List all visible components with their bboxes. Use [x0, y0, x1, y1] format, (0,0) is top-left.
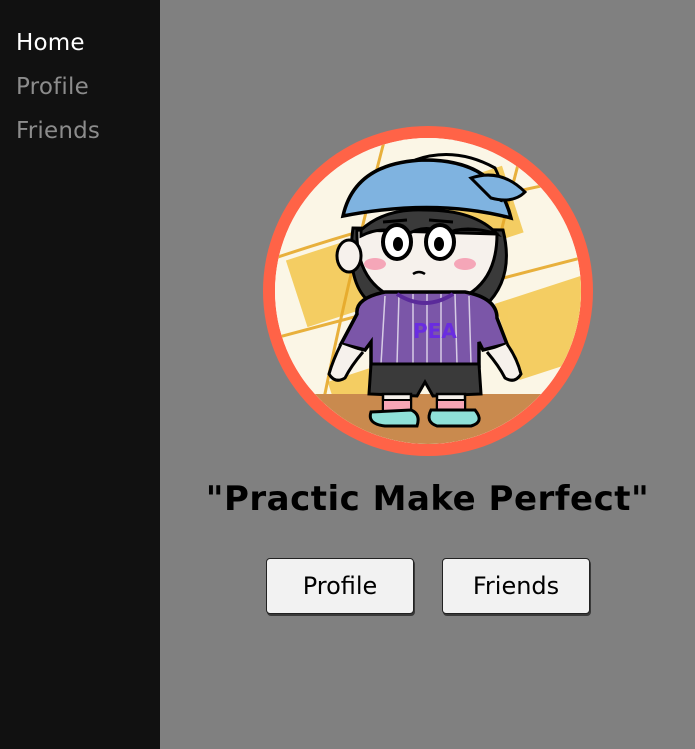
- main-content: PEA "Practic Make Perfect" Profile Frien…: [160, 0, 695, 749]
- sidebar: Home Profile Friends: [0, 0, 160, 749]
- app-window: Home Profile Friends PEA "Practic Make P…: [0, 0, 695, 749]
- sidebar-item-profile[interactable]: Profile: [16, 72, 89, 102]
- cartoon-avatar-icon: PEA: [275, 138, 581, 444]
- profile-button[interactable]: Profile: [266, 558, 414, 614]
- sidebar-item-home[interactable]: Home: [16, 28, 85, 58]
- friends-button[interactable]: Friends: [442, 558, 590, 614]
- avatar-image: PEA: [275, 138, 581, 444]
- avatar: PEA: [263, 126, 593, 456]
- sidebar-item-friends[interactable]: Friends: [16, 116, 100, 146]
- quote-text: "Practic Make Perfect": [205, 479, 650, 519]
- shirt-text: PEA: [413, 319, 457, 343]
